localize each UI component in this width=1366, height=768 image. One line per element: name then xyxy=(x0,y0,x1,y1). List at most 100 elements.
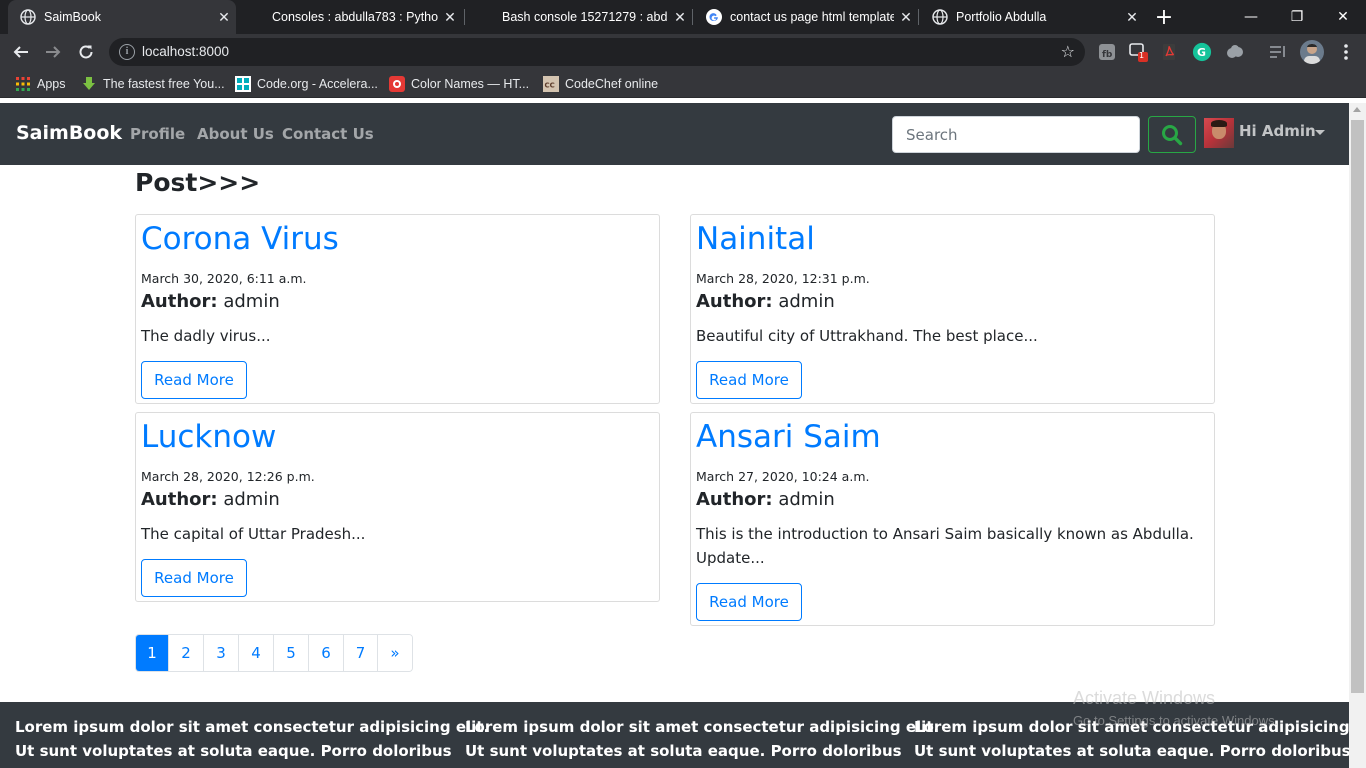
close-icon[interactable]: ✕ xyxy=(212,9,236,26)
post-date: March 30, 2020, 6:11 a.m. xyxy=(141,271,307,286)
read-more-button[interactable]: Read More xyxy=(696,583,802,621)
footer-column: Lorem ipsum dolor sit amet consectetur a… xyxy=(914,715,1349,763)
site-navbar: SaimBook Profile About Us Contact Us Hi … xyxy=(0,103,1349,165)
post-card: Lucknow March 28, 2020, 12:26 p.m. Autho… xyxy=(135,412,660,602)
media-queue-icon[interactable] xyxy=(1268,42,1288,62)
grammarly-icon[interactable]: G xyxy=(1192,42,1212,62)
apps-grid-icon xyxy=(16,77,30,91)
page-link-4[interactable]: 4 xyxy=(239,635,274,671)
read-more-button[interactable]: Read More xyxy=(141,559,247,597)
bookmark-apps[interactable]: Apps xyxy=(15,75,66,93)
page-next[interactable]: » xyxy=(378,635,412,671)
arrow-left-icon xyxy=(13,46,28,58)
pdf-extension-icon[interactable] xyxy=(1159,42,1179,62)
close-icon[interactable]: ✕ xyxy=(1120,9,1144,26)
chrome-menu-icon[interactable] xyxy=(1336,42,1356,62)
post-card: Ansari Saim March 27, 2020, 10:24 a.m. A… xyxy=(690,412,1215,626)
cloud-extension-icon[interactable] xyxy=(1225,42,1245,62)
page-link-7[interactable]: 7 xyxy=(344,635,378,671)
scrollbar-thumb[interactable] xyxy=(1351,120,1364,693)
caret-down-icon[interactable] xyxy=(1315,130,1325,135)
read-more-button[interactable]: Read More xyxy=(141,361,247,399)
tab-title: Portfolio Abdulla xyxy=(956,10,1047,24)
close-icon[interactable]: ✕ xyxy=(668,9,692,26)
page-scrollbar[interactable] xyxy=(1349,103,1366,768)
back-button[interactable] xyxy=(8,39,34,65)
user-avatar[interactable] xyxy=(1204,118,1234,148)
forward-button[interactable] xyxy=(40,39,66,65)
bookmark-label: Apps xyxy=(37,77,66,91)
info-icon[interactable]: i xyxy=(119,44,135,60)
footer-text-line: Lorem ipsum dolor sit amet consectetur a… xyxy=(465,718,940,736)
pythonanywhere-icon xyxy=(248,9,264,25)
post-excerpt: This is the introduction to Ansari Saim … xyxy=(696,525,1194,567)
tab-title: contact us page html template xyxy=(730,10,894,24)
footer-column: Lorem ipsum dolor sit amet consectetur a… xyxy=(15,715,490,763)
tab-title: Consoles : abdulla783 : Python xyxy=(272,10,438,24)
facebook-extension-icon[interactable]: fb xyxy=(1097,42,1117,62)
bookmarks-bar: Apps The fastest free You... Code.org - … xyxy=(0,70,1366,98)
tab-portfolio[interactable]: Portfolio Abdulla ✕ xyxy=(920,0,1144,34)
post-date: March 27, 2020, 10:24 a.m. xyxy=(696,469,870,484)
footer-column: Lorem ipsum dolor sit amet consectetur a… xyxy=(465,715,940,763)
post-title[interactable]: Nainital xyxy=(696,221,815,257)
footer-text-line: Ut sunt voluptates at soluta eaque. Porr… xyxy=(465,742,902,760)
bookmark-label: The fastest free You... xyxy=(103,77,225,91)
scroll-up-arrow-icon[interactable] xyxy=(1353,107,1361,112)
bookmark-star-icon[interactable]: ☆ xyxy=(1061,42,1075,61)
pythonanywhere-icon xyxy=(478,9,494,25)
bookmark-fastest-free[interactable]: The fastest free You... xyxy=(81,75,225,93)
page-link-5[interactable]: 5 xyxy=(274,635,309,671)
tab-consoles[interactable]: Consoles : abdulla783 : Python ✕ xyxy=(236,0,462,34)
post-card: Corona Virus March 30, 2020, 6:11 a.m. A… xyxy=(135,214,660,404)
window-close-button[interactable]: ✕ xyxy=(1320,0,1366,34)
page-link-2[interactable]: 2 xyxy=(169,635,204,671)
user-dropdown-toggle[interactable]: Hi Admin xyxy=(1239,122,1316,140)
nav-about-us[interactable]: About Us xyxy=(197,125,274,143)
tab-separator xyxy=(692,9,693,25)
tab-bash-console[interactable]: Bash console 15271279 : abdul ✕ xyxy=(466,0,692,34)
search-input[interactable] xyxy=(892,116,1140,153)
read-more-button[interactable]: Read More xyxy=(696,361,802,399)
globe-icon xyxy=(20,9,36,25)
page-link-6[interactable]: 6 xyxy=(309,635,344,671)
footer-text-line: Lorem ipsum dolor sit amet consectetur a… xyxy=(914,718,1349,736)
avatar-hair xyxy=(1211,120,1227,127)
brand-link[interactable]: SaimBook xyxy=(16,122,122,144)
nav-contact-us[interactable]: Contact Us xyxy=(282,125,374,143)
restore-button[interactable]: ❐ xyxy=(1274,0,1320,34)
bookmark-codechef[interactable]: CC CodeChef online xyxy=(543,75,658,93)
footer-text-line: Lorem ipsum dolor sit amet consectetur a… xyxy=(15,718,490,736)
author-label: Author: xyxy=(696,291,773,312)
new-tab-button[interactable]: + xyxy=(1150,0,1178,34)
arrow-right-icon xyxy=(46,46,61,58)
page-link-1[interactable]: 1 xyxy=(136,635,169,671)
author-name: admin xyxy=(778,489,835,510)
minimize-button[interactable]: — xyxy=(1228,0,1274,34)
page-heading: Post>>> xyxy=(135,168,261,197)
reload-button[interactable] xyxy=(73,39,99,65)
post-title[interactable]: Ansari Saim xyxy=(696,419,881,455)
google-icon xyxy=(706,9,722,25)
close-icon[interactable]: ✕ xyxy=(894,9,918,26)
tab-saimbook[interactable]: SaimBook ✕ xyxy=(8,0,236,34)
notification-extension-icon[interactable]: 1 xyxy=(1128,42,1148,62)
close-icon[interactable]: ✕ xyxy=(438,9,462,26)
search-button[interactable] xyxy=(1148,116,1196,153)
svg-text:G: G xyxy=(1197,46,1206,59)
post-author: Author: admin xyxy=(696,291,835,312)
author-label: Author: xyxy=(141,489,218,510)
post-author: Author: admin xyxy=(141,489,280,510)
post-title[interactable]: Lucknow xyxy=(141,419,276,455)
bookmark-color-names[interactable]: Color Names — HT... xyxy=(389,75,529,93)
site-footer: Lorem ipsum dolor sit amet consectetur a… xyxy=(0,702,1349,768)
page-link-3[interactable]: 3 xyxy=(204,635,239,671)
address-bar[interactable]: i localhost:8000 ☆ xyxy=(109,38,1085,66)
bookmark-code-org[interactable]: Code.org - Accelera... xyxy=(235,75,378,93)
tab-contact-us-template[interactable]: contact us page html template ✕ xyxy=(694,0,918,34)
nav-profile[interactable]: Profile xyxy=(130,125,185,143)
footer-text-line: Ut sunt voluptates at soluta eaque. Porr… xyxy=(15,742,452,760)
post-title[interactable]: Corona Virus xyxy=(141,221,339,257)
profile-avatar[interactable] xyxy=(1300,40,1324,64)
url-text: localhost:8000 xyxy=(142,44,230,59)
